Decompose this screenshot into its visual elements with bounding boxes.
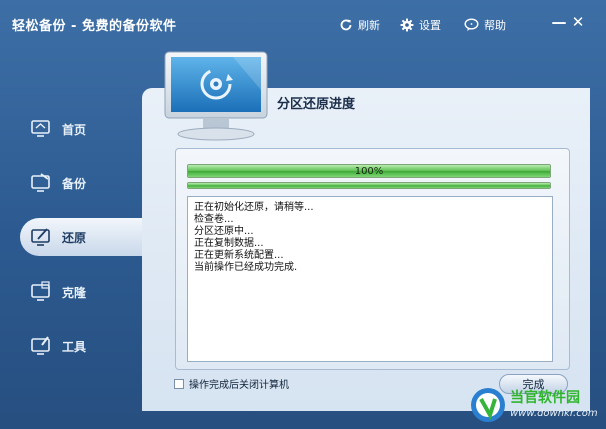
refresh-icon [340,19,352,31]
sidebar-item-restore[interactable]: 还原 [30,222,140,252]
restore-monitor-icon [31,228,50,246]
settings-label: 设置 [419,19,441,32]
refresh-button[interactable]: 刷新 [339,16,380,34]
settings-button[interactable]: 设置 [400,16,441,34]
help-bubble-icon [464,18,479,31]
sidebar-item-tools[interactable]: 工具 [30,331,140,361]
watermark: 当官软件园 www.downkr.com [468,383,602,427]
title-bar: 轻松备份 - 免费的备份软件 刷新 设置 帮助 — ✕ [0,0,606,46]
help-label: 帮助 [484,19,506,32]
log-line: 正在更新系统配置... [194,250,284,261]
log-line: 正在初始化还原，请稍等... [194,202,314,213]
log-line: 检查卷... [194,214,234,225]
shutdown-after-completion-option[interactable]: 操作完成后关闭计算机 [174,376,289,391]
backup-monitor-icon [31,173,50,192]
sidebar-item-label: 首页 [62,122,87,137]
help-button[interactable]: 帮助 [464,16,506,34]
progress-bar: 100% [187,164,551,178]
refresh-label: 刷新 [358,19,380,32]
watermark-name: 当官软件园 [510,390,580,406]
home-monitor-icon [31,120,50,137]
sidebar-item-label: 工具 [62,339,87,354]
sidebar-item-clone[interactable]: 克隆 [30,277,140,307]
secondary-progress-bar [187,182,551,189]
log-line: 当前操作已经成功完成. [194,262,298,273]
page-title: 分区还原进度 [277,97,356,112]
watermark-url: www.downkr.com [510,408,598,419]
app-title: 轻松备份 - 免费的备份软件 [12,19,177,34]
close-button[interactable]: ✕ [570,13,586,31]
sidebar-item-label: 还原 [62,230,87,245]
tools-monitor-icon [31,336,50,355]
gear-icon [400,18,414,32]
secondary-progress-fill [188,183,550,188]
progress-percent-label: 100% [354,165,384,177]
sidebar-item-home[interactable]: 首页 [30,114,140,144]
log-line: 分区还原中... [194,226,254,237]
sidebar-item-backup[interactable]: 备份 [30,168,140,198]
restore-monitor-illustration-icon [164,51,268,141]
app-window: 轻松备份 - 免费的备份软件 刷新 设置 帮助 — ✕ 首页 备份 还原 克隆 … [0,0,606,429]
shutdown-checkbox[interactable] [174,378,184,389]
sidebar-item-label: 克隆 [62,285,87,300]
minimize-button[interactable]: — [551,13,567,31]
watermark-logo-icon [471,388,505,422]
sidebar-item-label: 备份 [62,176,87,191]
status-log: 正在初始化还原，请稍等... 检查卷... 分区还原中... 正在复制数据...… [187,196,553,362]
log-line: 正在复制数据... [194,238,264,249]
shutdown-checkbox-label: 操作完成后关闭计算机 [189,380,289,391]
clone-monitor-icon [31,281,50,301]
